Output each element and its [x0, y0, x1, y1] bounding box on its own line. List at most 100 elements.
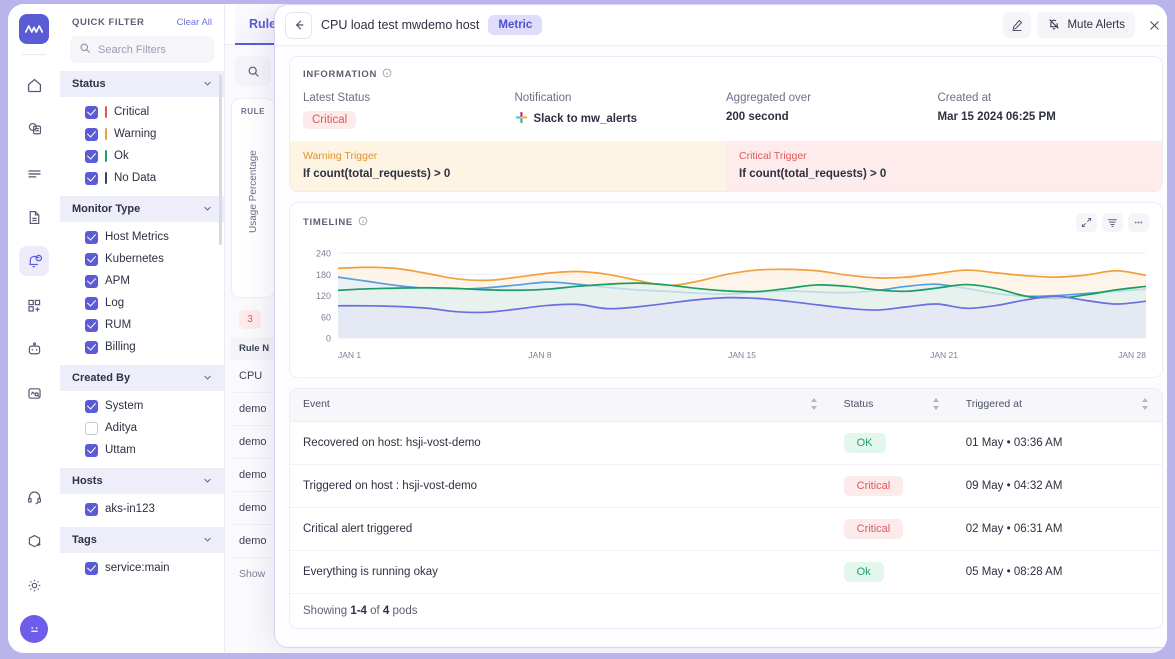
modal-header-actions: Mute Alerts — [1003, 12, 1167, 38]
add-package-icon[interactable] — [19, 526, 49, 556]
events-showing-label: Showing 1-4 of 4 pods — [290, 594, 1162, 628]
expand-icon[interactable] — [1076, 213, 1097, 232]
table-row[interactable]: Critical alert triggered Critical 02 May •… — [290, 507, 1162, 551]
filter-checkbox-row[interactable]: service:main — [60, 557, 224, 579]
checkbox[interactable] — [85, 252, 98, 266]
checkbox[interactable] — [85, 149, 98, 163]
info-circle-icon[interactable] — [358, 216, 368, 229]
checkbox[interactable] — [85, 318, 98, 332]
settings-gear-icon[interactable] — [19, 570, 49, 600]
edit-pencil-icon[interactable] — [1003, 12, 1032, 38]
event-triggered-at: 01 May • 03:36 AM — [952, 421, 1162, 465]
rules-list-footer: Show — [239, 568, 266, 580]
logs-icon[interactable] — [19, 158, 49, 188]
checkbox[interactable] — [85, 171, 98, 185]
information-field-label: Created at — [937, 92, 992, 104]
filter-checkbox-row[interactable]: Billing — [60, 336, 224, 358]
timeline-chart-svg[interactable]: 0 60 120 180 240 JAN 1 JAN 8 JAN 15 JAN 21 JAN 28 — [300, 238, 1154, 366]
filter-checkbox-row[interactable]: No Data — [60, 167, 224, 189]
filter-section-header[interactable]: Status — [60, 71, 224, 97]
table-row[interactable]: Everything is running okay Ok 05 May • 08:… — [290, 550, 1162, 594]
alerts-icon[interactable] — [19, 246, 49, 276]
information-field-label: Aggregated over — [726, 92, 812, 104]
clear-all-button[interactable]: Clear All — [177, 17, 212, 28]
events-column-header[interactable]: Triggered at — [952, 389, 1162, 422]
infrastructure-icon[interactable] — [19, 114, 49, 144]
sort-icon[interactable] — [932, 398, 940, 412]
modal-header: CPU load test mwdemo host Metric Mute Al… — [275, 5, 1167, 46]
checkbox[interactable] — [85, 105, 98, 119]
mute-alerts-button[interactable]: Mute Alerts — [1037, 12, 1135, 38]
filter-lines-icon[interactable] — [1102, 213, 1123, 232]
filter-section-header[interactable]: Monitor Type — [60, 196, 224, 222]
checkbox[interactable] — [85, 443, 98, 457]
filter-label: No Data — [114, 172, 157, 184]
filter-checkbox-row[interactable]: Critical — [60, 101, 224, 123]
event-status-cell: Critical — [830, 464, 953, 508]
filter-checkbox-row[interactable]: System — [60, 395, 224, 417]
filter-checkbox-row[interactable]: Log — [60, 292, 224, 314]
checkbox[interactable] — [85, 421, 98, 435]
sort-icon[interactable] — [810, 398, 818, 412]
information-field-value: Slack to mw_alerts — [515, 111, 727, 127]
close-icon[interactable] — [1141, 12, 1167, 38]
status-badge: Critical — [843, 476, 904, 496]
filter-checkbox-row[interactable]: Aditya — [60, 417, 224, 439]
rules-search-button[interactable] — [235, 56, 271, 86]
mw-logo[interactable] — [19, 14, 49, 44]
bot-icon[interactable] — [19, 334, 49, 364]
checkbox[interactable] — [85, 230, 98, 244]
events-column-header[interactable]: Event — [290, 389, 831, 422]
checkbox[interactable] — [85, 340, 98, 354]
filter-section-header[interactable]: Created By — [60, 365, 224, 391]
search-filters-input[interactable]: Search Filters — [70, 36, 214, 63]
filter-checkbox-row[interactable]: APM — [60, 270, 224, 292]
support-headset-icon[interactable] — [19, 482, 49, 512]
filter-checkbox-row[interactable]: Warning — [60, 123, 224, 145]
rules-list-row[interactable]: demo — [231, 525, 275, 558]
home-icon[interactable] — [19, 70, 49, 100]
checkbox[interactable] — [85, 274, 98, 288]
documents-icon[interactable] — [19, 202, 49, 232]
rules-list-row[interactable]: demo — [231, 492, 275, 525]
table-row[interactable]: Triggered on host : hsji-vost-demo Critic… — [290, 464, 1162, 508]
checkbox[interactable] — [85, 296, 98, 310]
rules-list-row[interactable]: demo — [231, 393, 275, 426]
timeline-caption: TIMELINE — [303, 216, 368, 229]
mute-alerts-label: Mute Alerts — [1067, 19, 1125, 31]
event-description: Critical alert triggered — [290, 507, 831, 551]
more-options-icon[interactable] — [1128, 213, 1149, 232]
checkbox[interactable] — [85, 127, 98, 141]
filter-scrollbar[interactable] — [219, 75, 222, 245]
filter-label: Billing — [105, 341, 136, 353]
back-arrow-icon[interactable] — [285, 11, 312, 39]
filter-checkbox-row[interactable]: Host Metrics — [60, 226, 224, 248]
filter-checkbox-row[interactable]: Kubernetes — [60, 248, 224, 270]
info-circle-icon[interactable] — [382, 68, 392, 81]
event-status-cell: Critical — [830, 507, 953, 551]
rules-list-row[interactable]: CPU — [231, 360, 275, 393]
x-axis-tick: JAN 28 — [1118, 350, 1146, 360]
rules-list-row[interactable]: demo — [231, 459, 275, 492]
table-row[interactable]: Recovered on host: hsji-vost-demo OK 01 Ma… — [290, 421, 1162, 465]
rules-list-row[interactable]: demo — [231, 426, 275, 459]
checkbox[interactable] — [85, 561, 98, 575]
events-column-header[interactable]: Status — [830, 389, 953, 422]
filter-section-body: System Aditya Uttam — [60, 391, 224, 468]
filter-checkbox-row[interactable]: aks-in123 — [60, 498, 224, 520]
checkbox[interactable] — [85, 399, 98, 413]
filter-section-header[interactable]: Tags — [60, 527, 224, 553]
synthetics-icon[interactable] — [19, 378, 49, 408]
filter-checkbox-row[interactable]: Ok — [60, 145, 224, 167]
filter-section-header[interactable]: Hosts — [60, 468, 224, 494]
filter-label: APM — [105, 275, 130, 287]
filter-checkbox-row[interactable]: RUM — [60, 314, 224, 336]
checkbox[interactable] — [85, 502, 98, 516]
user-avatar[interactable] — [20, 615, 48, 643]
sort-icon[interactable] — [1141, 398, 1149, 412]
events-panel: Event Status Triggered at Recovered on hos… — [289, 388, 1163, 629]
status-color-pipe — [105, 128, 107, 140]
y-axis-tick: 240 — [316, 249, 331, 259]
filter-checkbox-row[interactable]: Uttam — [60, 439, 224, 461]
add-widget-icon[interactable] — [19, 290, 49, 320]
